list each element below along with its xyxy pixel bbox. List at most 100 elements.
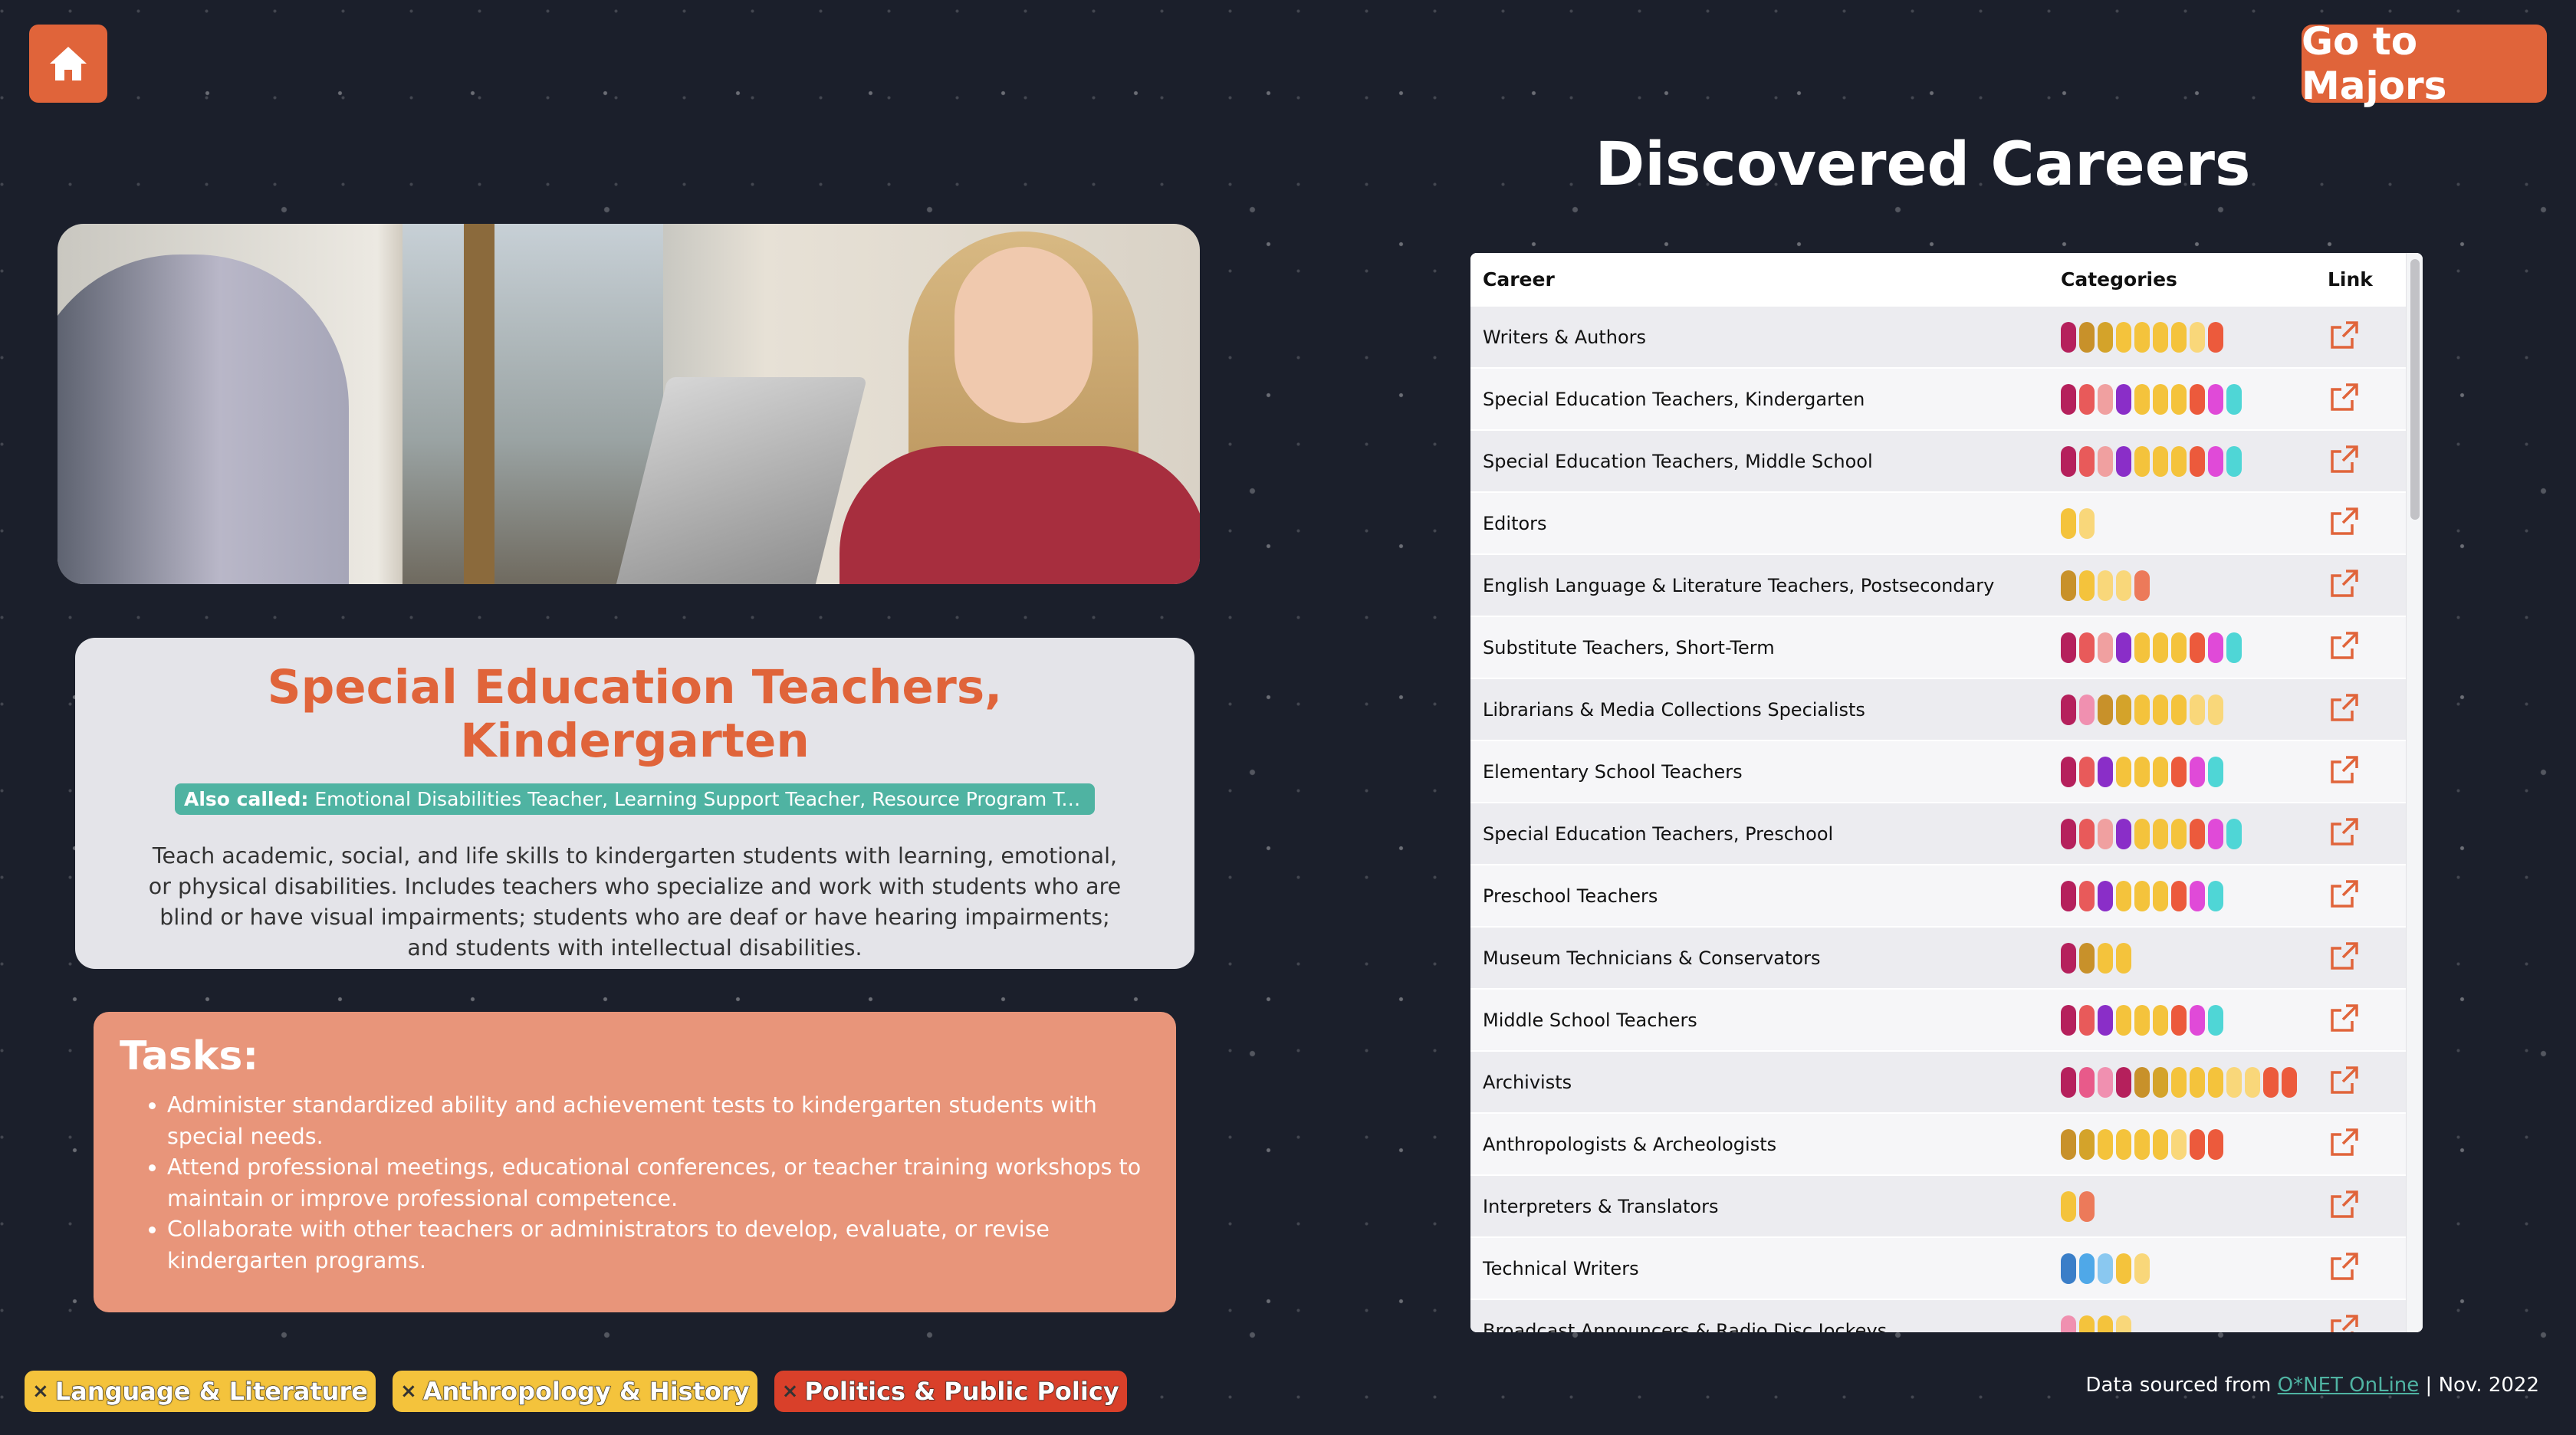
- remove-filter-icon[interactable]: ×: [32, 1380, 49, 1403]
- external-link-icon[interactable]: [2328, 1249, 2361, 1283]
- career-name[interactable]: Librarians & Media Collections Specialis…: [1470, 699, 2061, 721]
- category-pill: [2061, 632, 2076, 663]
- table-scrollbar[interactable]: [2406, 253, 2423, 1332]
- career-name[interactable]: English Language & Literature Teachers, …: [1470, 575, 2061, 596]
- table-row[interactable]: Editors: [1470, 491, 2423, 553]
- career-link[interactable]: [2328, 1249, 2401, 1288]
- career-name[interactable]: Elementary School Teachers: [1470, 761, 2061, 783]
- category-pill: [2134, 880, 2150, 911]
- career-name[interactable]: Preschool Teachers: [1470, 885, 2061, 907]
- external-link-icon[interactable]: [2328, 877, 2361, 911]
- external-link-icon[interactable]: [2328, 566, 2361, 600]
- filter-chip[interactable]: × Politics & Public Policy: [774, 1371, 1127, 1412]
- career-name[interactable]: Substitute Teachers, Short-Term: [1470, 637, 2061, 658]
- table-row[interactable]: Museum Technicians & Conservators: [1470, 926, 2423, 988]
- external-link-icon[interactable]: [2328, 1312, 2361, 1333]
- external-link-icon[interactable]: [2328, 442, 2361, 476]
- go-to-majors-button[interactable]: Go to Majors: [2302, 19, 2547, 108]
- table-row[interactable]: Special Education Teachers, Middle Schoo…: [1470, 429, 2423, 491]
- external-link-icon[interactable]: [2328, 939, 2361, 973]
- career-link[interactable]: [2328, 1001, 2401, 1039]
- career-link[interactable]: [2328, 629, 2401, 667]
- scrollbar-thumb[interactable]: [2410, 259, 2420, 520]
- career-name[interactable]: Technical Writers: [1470, 1258, 2061, 1279]
- career-link[interactable]: [2328, 939, 2401, 977]
- career-link[interactable]: [2328, 753, 2401, 791]
- table-row[interactable]: Librarians & Media Collections Specialis…: [1470, 678, 2423, 740]
- category-pill: [2098, 1004, 2113, 1036]
- table-row[interactable]: Preschool Teachers: [1470, 864, 2423, 926]
- category-pill: [2061, 321, 2076, 353]
- category-pills: [2061, 756, 2328, 787]
- external-link-icon[interactable]: [2328, 629, 2361, 662]
- career-link[interactable]: [2328, 566, 2401, 605]
- table-row[interactable]: Special Education Teachers, Kindergarten: [1470, 367, 2423, 429]
- table-row[interactable]: Interpreters & Translators: [1470, 1174, 2423, 1236]
- career-link[interactable]: [2328, 815, 2401, 853]
- external-link-icon[interactable]: [2328, 318, 2361, 352]
- career-name[interactable]: Interpreters & Translators: [1470, 1196, 2061, 1217]
- header-career: Career: [1483, 268, 1555, 291]
- category-pill: [2134, 1128, 2150, 1160]
- career-link[interactable]: [2328, 1312, 2401, 1333]
- table-row[interactable]: English Language & Literature Teachers, …: [1470, 553, 2423, 616]
- external-link-icon[interactable]: [2328, 1187, 2361, 1221]
- category-pill: [2190, 383, 2205, 415]
- career-name[interactable]: Middle School Teachers: [1470, 1010, 2061, 1031]
- category-pill: [2190, 818, 2205, 849]
- category-pill: [2116, 383, 2131, 415]
- career-link[interactable]: [2328, 1063, 2401, 1102]
- home-button[interactable]: [29, 25, 107, 103]
- career-link[interactable]: [2328, 877, 2401, 915]
- table-row[interactable]: Broadcast Announcers & Radio Disc Jockey…: [1470, 1299, 2423, 1332]
- career-name[interactable]: Special Education Teachers, Middle Schoo…: [1470, 451, 2061, 472]
- remove-filter-icon[interactable]: ×: [782, 1380, 799, 1403]
- category-pills: [2061, 1315, 2328, 1332]
- category-pill: [2079, 1315, 2095, 1332]
- filter-chip[interactable]: × Anthropology & History: [392, 1371, 757, 1412]
- table-row[interactable]: Middle School Teachers: [1470, 988, 2423, 1050]
- onet-link[interactable]: O*NET OnLine: [2278, 1374, 2420, 1397]
- external-link-icon[interactable]: [2328, 1001, 2361, 1035]
- external-link-icon[interactable]: [2328, 1063, 2361, 1097]
- table-row[interactable]: Substitute Teachers, Short-Term: [1470, 616, 2423, 678]
- career-name[interactable]: Anthropologists & Archeologists: [1470, 1134, 2061, 1155]
- career-name[interactable]: Museum Technicians & Conservators: [1470, 947, 2061, 969]
- page-title: Discovered Careers: [1595, 130, 2251, 199]
- category-pill: [2079, 942, 2095, 974]
- external-link-icon[interactable]: [2328, 753, 2361, 786]
- category-pill: [2190, 321, 2205, 353]
- table-row[interactable]: Technical Writers: [1470, 1236, 2423, 1299]
- category-pill: [2134, 445, 2150, 477]
- table-row[interactable]: Anthropologists & Archeologists: [1470, 1112, 2423, 1174]
- career-name[interactable]: Archivists: [1470, 1072, 2061, 1093]
- career-link[interactable]: [2328, 691, 2401, 729]
- category-pills: [2061, 570, 2328, 601]
- career-name[interactable]: Editors: [1470, 513, 2061, 534]
- career-name[interactable]: Broadcast Announcers & Radio Disc Jockey…: [1470, 1320, 2061, 1333]
- table-row[interactable]: Special Education Teachers, Preschool: [1470, 802, 2423, 864]
- career-link[interactable]: [2328, 442, 2401, 481]
- external-link-icon[interactable]: [2328, 380, 2361, 414]
- external-link-icon[interactable]: [2328, 691, 2361, 724]
- external-link-icon[interactable]: [2328, 1125, 2361, 1159]
- career-link[interactable]: [2328, 380, 2401, 419]
- filter-chip[interactable]: × Language & Literature: [25, 1371, 376, 1412]
- career-link[interactable]: [2328, 504, 2401, 543]
- external-link-icon[interactable]: [2328, 815, 2361, 849]
- table-row[interactable]: Elementary School Teachers: [1470, 740, 2423, 802]
- external-link-icon[interactable]: [2328, 504, 2361, 538]
- career-link[interactable]: [2328, 1187, 2401, 1226]
- career-link[interactable]: [2328, 1125, 2401, 1164]
- table-row[interactable]: Writers & Authors: [1470, 305, 2423, 367]
- also-called-label: Also called:: [184, 788, 309, 811]
- career-link[interactable]: [2328, 318, 2401, 356]
- career-name[interactable]: Writers & Authors: [1470, 327, 2061, 348]
- category-pill: [2153, 383, 2168, 415]
- career-name[interactable]: Special Education Teachers, Preschool: [1470, 823, 2061, 845]
- career-name[interactable]: Special Education Teachers, Kindergarten: [1470, 389, 2061, 410]
- filter-chip-label: Anthropology & History: [422, 1377, 750, 1407]
- table-row[interactable]: Archivists: [1470, 1050, 2423, 1112]
- category-pill: [2171, 1128, 2187, 1160]
- remove-filter-icon[interactable]: ×: [400, 1380, 417, 1403]
